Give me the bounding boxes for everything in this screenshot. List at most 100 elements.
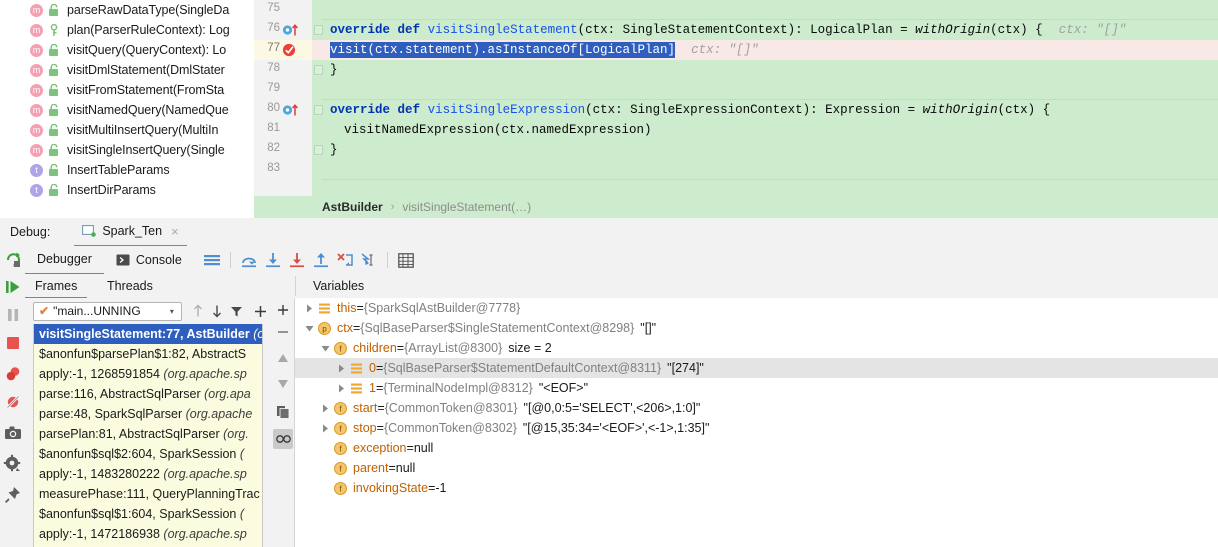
variable-row[interactable]: this = {SparkSqlAstBuilder@7778} (295, 298, 1218, 318)
gutter-line-80[interactable]: 80 (254, 100, 312, 120)
chevron-expanded-icon[interactable] (303, 322, 316, 335)
structure-item[interactable]: t InsertDirParams (0, 180, 254, 200)
frame-row[interactable]: apply:-1, 1268591854 (org.apache.sp (34, 364, 262, 384)
frame-row[interactable]: parsePlan:81, AbstractSqlParser (org. (34, 424, 262, 444)
code-line-76[interactable]: override def visitSingleStatement(ctx: S… (312, 20, 1218, 40)
frames-panel[interactable]: ✔ "main...UNNING ▾ visitSingleStatement:… (25, 298, 270, 547)
remove-watch-icon[interactable] (273, 322, 293, 342)
gutter-line-76[interactable]: 76 (254, 20, 312, 40)
structure-item[interactable]: m parseRawDataType(SingleDa (0, 0, 254, 20)
fold-handle-end-icon[interactable] (314, 65, 323, 75)
gutter-line-79[interactable]: 79 (254, 80, 312, 100)
watches-icon[interactable] (273, 429, 293, 449)
code-line-77[interactable]: visit(ctx.statement).asInstanceOf[Logica… (312, 40, 1218, 60)
fold-handle-end-icon-2[interactable] (314, 145, 323, 155)
variable-row[interactable]: 1 = {TerminalNodeImpl@8312} "<EOF>" (295, 378, 1218, 398)
structure-panel[interactable]: m parseRawDataType(SingleDa m plan(ParserRu… (0, 0, 254, 200)
mute-breakpoints-icon[interactable] (3, 392, 23, 412)
gutter-line-82[interactable]: 82 (254, 140, 312, 160)
gutter-line-78[interactable]: 78 (254, 60, 312, 80)
frame-row[interactable]: $anonfun$parsePlan$1:82, AbstractS (34, 344, 262, 364)
pin-icon[interactable] (3, 485, 23, 505)
structure-item[interactable]: m plan(ParserRuleContext): Log (0, 20, 254, 40)
layout-settings-icon[interactable] (200, 249, 224, 271)
step-over-icon[interactable] (237, 249, 261, 271)
structure-item[interactable]: m visitSingleInsertQuery(Single (0, 140, 254, 160)
settings-icon[interactable] (3, 454, 23, 474)
fold-handle-icon[interactable] (314, 25, 323, 35)
chevron-collapsed-icon[interactable] (319, 402, 332, 415)
move-down-icon[interactable] (273, 374, 293, 394)
close-icon[interactable]: × (171, 224, 179, 239)
variables-panel[interactable]: this = {SparkSqlAstBuilder@7778} p ctx = {… (295, 298, 1218, 547)
variable-row[interactable]: f start = {CommonToken@8301} "[@0,0:5='SEL… (295, 398, 1218, 418)
frame-row[interactable]: visitSingleStatement:77, AstBuilder (o (34, 324, 262, 344)
tab-debugger[interactable]: Debugger (25, 246, 104, 275)
breadcrumb-method[interactable]: visitSingleStatement(…) (402, 200, 531, 214)
structure-item[interactable]: m visitMultiInsertQuery(MultiIn (0, 120, 254, 140)
debug-side-toolbar[interactable] (0, 246, 26, 547)
frame-row[interactable]: $anonfun$sql$1:604, SparkSession ( (34, 504, 262, 524)
pause-icon[interactable] (3, 305, 23, 325)
evaluate-expression-icon[interactable] (394, 249, 418, 271)
resume-icon[interactable] (3, 277, 23, 297)
add-watch-icon[interactable] (273, 300, 293, 320)
tab-threads[interactable]: Threads (97, 274, 163, 297)
chevron-expanded-icon[interactable] (319, 342, 332, 355)
up-arrow-icon[interactable] (188, 301, 208, 321)
debug-session-tab[interactable]: Spark_Ten × (74, 218, 187, 247)
force-step-into-icon[interactable] (285, 249, 309, 271)
variable-row[interactable]: f stop = {CommonToken@8302} "[@15,35:34='<… (295, 418, 1218, 438)
move-up-icon[interactable] (273, 348, 293, 368)
filter-icon[interactable] (227, 301, 247, 321)
structure-item[interactable]: m visitQuery(QueryContext): Lo (0, 40, 254, 60)
tab-variables[interactable]: Variables (303, 274, 374, 297)
chevron-down-icon[interactable]: ▾ (170, 307, 174, 316)
frame-row[interactable]: measurePhase:111, QueryPlanningTrac (34, 484, 262, 504)
selected-expression[interactable]: visit(ctx.statement).asInstanceOf[Logica… (330, 42, 676, 58)
breakpoint-icon[interactable] (282, 43, 304, 57)
gutter-line-75[interactable]: 75 (254, 0, 312, 20)
chevron-collapsed-icon[interactable] (335, 362, 348, 375)
frame-row[interactable]: apply:-1, 1483280222 (org.apache.sp (34, 464, 262, 484)
chevron-collapsed-icon[interactable] (335, 382, 348, 395)
fold-handle-icon-2[interactable] (314, 105, 323, 115)
variable-row[interactable]: p ctx = {SqlBaseParser$SingleStatementCon… (295, 318, 1218, 338)
structure-item[interactable]: t InsertTableParams (0, 160, 254, 180)
override-marker-icon[interactable] (282, 23, 304, 37)
breadcrumb-class[interactable]: AstBuilder (322, 200, 383, 214)
stop-icon[interactable] (3, 333, 23, 353)
down-arrow-icon[interactable] (207, 301, 227, 321)
tab-console[interactable]: Console (104, 247, 194, 274)
code-line-81[interactable]: visitNamedExpression(ctx.namedExpression… (312, 120, 1218, 140)
thread-selector[interactable]: ✔ "main...UNNING ▾ (33, 301, 182, 321)
step-into-icon[interactable] (261, 249, 285, 271)
variable-row[interactable]: f parent = null (295, 458, 1218, 478)
structure-item[interactable]: m visitFromStatement(FromSta (0, 80, 254, 100)
variable-row[interactable]: f children = {ArrayList@8300} size = 2 (295, 338, 1218, 358)
drop-frame-icon[interactable] (333, 249, 357, 271)
editor-gutter[interactable]: 75 76 77 78 79 80 81 82 83 (254, 0, 312, 196)
add-frame-icon[interactable] (251, 301, 271, 321)
frame-row[interactable]: parse:48, SparkSqlParser (org.apache (34, 404, 262, 424)
override-marker-icon[interactable] (282, 103, 304, 117)
structure-item[interactable]: m visitDmlStatement(DmlStater (0, 60, 254, 80)
frames-side-toolbar[interactable] (272, 298, 294, 547)
chevron-collapsed-icon[interactable] (319, 422, 332, 435)
variable-row[interactable]: f exception = null (295, 438, 1218, 458)
copy-icon[interactable] (273, 402, 293, 422)
gutter-line-83[interactable]: 83 (254, 160, 312, 180)
code-editor[interactable]: 75 76 77 78 79 80 81 82 83 override def visitSin… (254, 0, 1218, 196)
frames-list[interactable]: visitSingleStatement:77, AstBuilder (o $a… (33, 324, 263, 547)
code-line-80[interactable]: override def visitSingleExpression(ctx: … (312, 100, 1218, 120)
rerun-icon[interactable] (3, 249, 23, 269)
code-content[interactable]: override def visitSingleStatement(ctx: S… (312, 0, 1218, 196)
frame-row[interactable]: parse:116, AbstractSqlParser (org.apa (34, 384, 262, 404)
gutter-line-77[interactable]: 77 (254, 40, 312, 60)
frame-row[interactable]: apply:-1, 1472186938 (org.apache.sp (34, 524, 262, 544)
chevron-collapsed-icon[interactable] (303, 302, 316, 315)
gutter-line-81[interactable]: 81 (254, 120, 312, 140)
step-out-icon[interactable] (309, 249, 333, 271)
tab-frames[interactable]: Frames (25, 274, 88, 299)
camera-icon[interactable] (3, 423, 23, 443)
